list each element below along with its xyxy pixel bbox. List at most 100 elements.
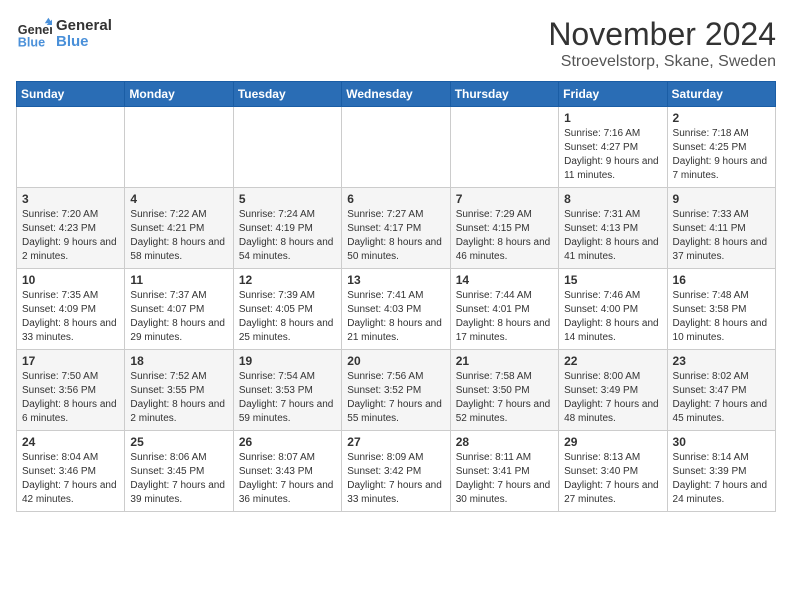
day-number: 21 bbox=[456, 354, 553, 368]
day-info: Sunrise: 7:31 AM Sunset: 4:13 PM Dayligh… bbox=[564, 208, 661, 264]
calendar-cell bbox=[450, 107, 558, 188]
calendar-cell: 26Sunrise: 8:07 AM Sunset: 3:43 PM Dayli… bbox=[233, 431, 341, 512]
day-header-wednesday: Wednesday bbox=[342, 82, 450, 107]
day-info: Sunrise: 7:33 AM Sunset: 4:11 PM Dayligh… bbox=[673, 208, 770, 264]
day-info: Sunrise: 7:58 AM Sunset: 3:50 PM Dayligh… bbox=[456, 370, 553, 426]
calendar-cell: 4 Sunrise: 7:22 AM Sunset: 4:21 PM Daylig… bbox=[125, 188, 233, 269]
day-number: 30 bbox=[673, 435, 770, 449]
calendar-cell: 8 Sunrise: 7:31 AM Sunset: 4:13 PM Daylig… bbox=[559, 188, 667, 269]
logo-line2: Blue bbox=[56, 34, 112, 51]
calendar-week-4: 17 Sunrise: 7:50 AM Sunset: 3:56 PM Dayli… bbox=[17, 350, 776, 431]
day-header-tuesday: Tuesday bbox=[233, 82, 341, 107]
day-info: Sunrise: 7:20 AM Sunset: 4:23 PM Dayligh… bbox=[22, 208, 119, 264]
day-info: Sunrise: 7:35 AM Sunset: 4:09 PM Dayligh… bbox=[22, 289, 119, 345]
day-number: 28 bbox=[456, 435, 553, 449]
day-number: 24 bbox=[22, 435, 119, 449]
page-header: General Blue General Blue November 2024 … bbox=[16, 16, 776, 71]
day-number: 13 bbox=[347, 273, 444, 287]
day-number: 16 bbox=[673, 273, 770, 287]
day-number: 9 bbox=[673, 192, 770, 206]
day-header-monday: Monday bbox=[125, 82, 233, 107]
logo: General Blue General Blue bbox=[16, 16, 112, 52]
day-info: Sunrise: 7:22 AM Sunset: 4:21 PM Dayligh… bbox=[130, 208, 227, 264]
day-number: 10 bbox=[22, 273, 119, 287]
day-number: 11 bbox=[130, 273, 227, 287]
day-number: 18 bbox=[130, 354, 227, 368]
calendar-body: 1 Sunrise: 7:16 AM Sunset: 4:27 PM Daylig… bbox=[17, 107, 776, 512]
calendar-cell: 2Sunrise: 7:18 AM Sunset: 4:25 PM Daylig… bbox=[667, 107, 775, 188]
calendar-cell: 27 Sunrise: 8:09 AM Sunset: 3:42 PM Dayli… bbox=[342, 431, 450, 512]
calendar-cell: 14Sunrise: 7:44 AM Sunset: 4:01 PM Dayli… bbox=[450, 269, 558, 350]
day-info: Sunrise: 7:41 AM Sunset: 4:03 PM Dayligh… bbox=[347, 289, 444, 345]
calendar-cell: 22Sunrise: 8:00 AM Sunset: 3:49 PM Dayli… bbox=[559, 350, 667, 431]
calendar-cell: 15 Sunrise: 7:46 AM Sunset: 4:00 PM Dayli… bbox=[559, 269, 667, 350]
calendar-cell: 3 Sunrise: 7:20 AM Sunset: 4:23 PM Daylig… bbox=[17, 188, 125, 269]
logo-icon: General Blue bbox=[16, 16, 52, 52]
location: Stroevelstorp, Skane, Sweden bbox=[548, 53, 776, 71]
calendar-cell: 6Sunrise: 7:27 AM Sunset: 4:17 PM Daylig… bbox=[342, 188, 450, 269]
calendar-cell: 20 Sunrise: 7:56 AM Sunset: 3:52 PM Dayli… bbox=[342, 350, 450, 431]
calendar-cell: 29Sunrise: 8:13 AM Sunset: 3:40 PM Dayli… bbox=[559, 431, 667, 512]
day-number: 17 bbox=[22, 354, 119, 368]
calendar-week-1: 1 Sunrise: 7:16 AM Sunset: 4:27 PM Daylig… bbox=[17, 107, 776, 188]
calendar-cell bbox=[233, 107, 341, 188]
day-info: Sunrise: 8:11 AM Sunset: 3:41 PM Dayligh… bbox=[456, 451, 553, 507]
day-header-thursday: Thursday bbox=[450, 82, 558, 107]
calendar-cell: 18Sunrise: 7:52 AM Sunset: 3:55 PM Dayli… bbox=[125, 350, 233, 431]
calendar-cell bbox=[125, 107, 233, 188]
day-info: Sunrise: 8:02 AM Sunset: 3:47 PM Dayligh… bbox=[673, 370, 770, 426]
calendar-cell: 21 Sunrise: 7:58 AM Sunset: 3:50 PM Dayli… bbox=[450, 350, 558, 431]
calendar-cell: 25 Sunrise: 8:06 AM Sunset: 3:45 PM Dayli… bbox=[125, 431, 233, 512]
calendar-cell: 30 Sunrise: 8:14 AM Sunset: 3:39 PM Dayli… bbox=[667, 431, 775, 512]
day-info: Sunrise: 8:04 AM Sunset: 3:46 PM Dayligh… bbox=[22, 451, 119, 507]
day-number: 8 bbox=[564, 192, 661, 206]
day-info: Sunrise: 8:13 AM Sunset: 3:40 PM Dayligh… bbox=[564, 451, 661, 507]
day-info: Sunrise: 7:29 AM Sunset: 4:15 PM Dayligh… bbox=[456, 208, 553, 264]
day-number: 25 bbox=[130, 435, 227, 449]
day-info: Sunrise: 8:06 AM Sunset: 3:45 PM Dayligh… bbox=[130, 451, 227, 507]
day-number: 23 bbox=[673, 354, 770, 368]
day-header-saturday: Saturday bbox=[667, 82, 775, 107]
day-info: Sunrise: 8:14 AM Sunset: 3:39 PM Dayligh… bbox=[673, 451, 770, 507]
day-number: 22 bbox=[564, 354, 661, 368]
day-info: Sunrise: 7:54 AM Sunset: 3:53 PM Dayligh… bbox=[239, 370, 336, 426]
day-info: Sunrise: 8:07 AM Sunset: 3:43 PM Dayligh… bbox=[239, 451, 336, 507]
day-number: 1 bbox=[564, 111, 661, 125]
calendar-cell: 10 Sunrise: 7:35 AM Sunset: 4:09 PM Dayli… bbox=[17, 269, 125, 350]
calendar-week-5: 24 Sunrise: 8:04 AM Sunset: 3:46 PM Dayli… bbox=[17, 431, 776, 512]
day-info: Sunrise: 7:16 AM Sunset: 4:27 PM Dayligh… bbox=[564, 127, 661, 183]
calendar-cell: 9 Sunrise: 7:33 AM Sunset: 4:11 PM Daylig… bbox=[667, 188, 775, 269]
calendar-cell: 13 Sunrise: 7:41 AM Sunset: 4:03 PM Dayli… bbox=[342, 269, 450, 350]
day-number: 27 bbox=[347, 435, 444, 449]
day-header-friday: Friday bbox=[559, 82, 667, 107]
svg-text:Blue: Blue bbox=[18, 36, 45, 50]
calendar-table: SundayMondayTuesdayWednesdayThursdayFrid… bbox=[16, 81, 776, 512]
day-header-sunday: Sunday bbox=[17, 82, 125, 107]
day-info: Sunrise: 7:24 AM Sunset: 4:19 PM Dayligh… bbox=[239, 208, 336, 264]
month-title: November 2024 bbox=[548, 16, 776, 53]
day-number: 4 bbox=[130, 192, 227, 206]
calendar-week-2: 3 Sunrise: 7:20 AM Sunset: 4:23 PM Daylig… bbox=[17, 188, 776, 269]
day-number: 7 bbox=[456, 192, 553, 206]
day-info: Sunrise: 7:48 AM Sunset: 3:58 PM Dayligh… bbox=[673, 289, 770, 345]
day-number: 3 bbox=[22, 192, 119, 206]
calendar-header-row: SundayMondayTuesdayWednesdayThursdayFrid… bbox=[17, 82, 776, 107]
day-info: Sunrise: 7:50 AM Sunset: 3:56 PM Dayligh… bbox=[22, 370, 119, 426]
calendar-cell: 24 Sunrise: 8:04 AM Sunset: 3:46 PM Dayli… bbox=[17, 431, 125, 512]
day-info: Sunrise: 7:46 AM Sunset: 4:00 PM Dayligh… bbox=[564, 289, 661, 345]
day-number: 14 bbox=[456, 273, 553, 287]
calendar-cell: 28 Sunrise: 8:11 AM Sunset: 3:41 PM Dayli… bbox=[450, 431, 558, 512]
day-number: 12 bbox=[239, 273, 336, 287]
day-info: Sunrise: 7:39 AM Sunset: 4:05 PM Dayligh… bbox=[239, 289, 336, 345]
day-number: 15 bbox=[564, 273, 661, 287]
calendar-cell bbox=[17, 107, 125, 188]
day-info: Sunrise: 8:09 AM Sunset: 3:42 PM Dayligh… bbox=[347, 451, 444, 507]
day-number: 20 bbox=[347, 354, 444, 368]
calendar-cell: 1 Sunrise: 7:16 AM Sunset: 4:27 PM Daylig… bbox=[559, 107, 667, 188]
calendar-cell: 19Sunrise: 7:54 AM Sunset: 3:53 PM Dayli… bbox=[233, 350, 341, 431]
title-block: November 2024 Stroevelstorp, Skane, Swed… bbox=[548, 16, 776, 71]
day-info: Sunrise: 7:56 AM Sunset: 3:52 PM Dayligh… bbox=[347, 370, 444, 426]
calendar-cell: 17 Sunrise: 7:50 AM Sunset: 3:56 PM Dayli… bbox=[17, 350, 125, 431]
logo-line1: General bbox=[56, 18, 112, 35]
calendar-cell: 16 Sunrise: 7:48 AM Sunset: 3:58 PM Dayli… bbox=[667, 269, 775, 350]
